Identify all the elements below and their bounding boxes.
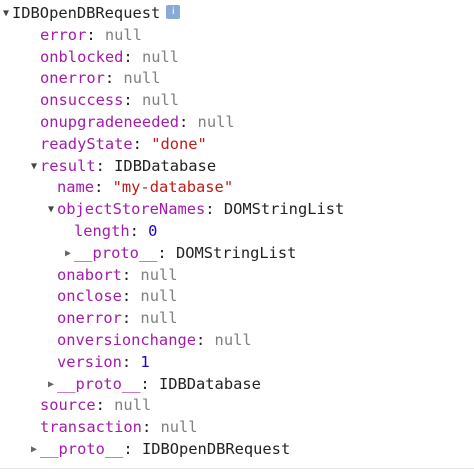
property-key: onabort [57, 265, 122, 284]
property-row: onsuccess: null [40, 91, 180, 110]
tree-node-objectstorenames[interactable]: ▼ objectStoreNames: DOMStringList [0, 199, 474, 221]
property-value: null [141, 91, 180, 110]
root-label: IDBOpenDBRequest [12, 4, 161, 22]
property-row: readyState: "done" [40, 134, 207, 153]
property-value: "my-database" [112, 178, 234, 197]
property-key: onversionchange [57, 330, 196, 349]
property-key: readyState [40, 134, 133, 153]
console-object-tree: ▼ IDBOpenDBRequest i error: null onblocked… [0, 3, 474, 461]
property-key: result [40, 156, 96, 175]
property-row: onclose: null [57, 287, 178, 306]
property-value: null [197, 112, 235, 131]
property-key: error [40, 25, 87, 44]
property-value: null [140, 287, 178, 306]
property-row: onversionchange: null [57, 330, 252, 349]
tree-node-result[interactable]: ▼ result: IDBDatabase [0, 156, 474, 178]
tree-root[interactable]: ▼ IDBOpenDBRequest i [0, 3, 474, 25]
property-row: error: null [40, 25, 142, 44]
property-key: name [57, 178, 95, 197]
property-value: 1 [140, 352, 150, 371]
property-value: null [140, 265, 178, 284]
collapse-arrow-icon[interactable]: ▶ [62, 243, 74, 265]
collapse-arrow-icon[interactable]: ▶ [28, 439, 40, 461]
tree-node-proto[interactable]: ▶ __proto__: DOMStringList [0, 243, 474, 265]
property-key: onclose [57, 287, 122, 306]
property-value: null [160, 418, 198, 437]
property-key: onerror [57, 309, 122, 328]
property-row: onerror: null [40, 69, 161, 88]
property-key: __proto__ [74, 243, 158, 262]
property-value: null [123, 69, 161, 88]
property-value: null [104, 25, 142, 44]
property-value: null [141, 47, 180, 66]
property-value: "done" [151, 134, 207, 153]
property-key: __proto__ [57, 374, 141, 393]
property-key: onblocked [40, 47, 124, 66]
property-value: IDBDatabase [158, 374, 261, 393]
property-row: length: 0 [74, 221, 158, 240]
property-value: null [114, 396, 152, 415]
property-key: onupgradeneeded [40, 112, 179, 131]
tree-node-proto[interactable]: ▶ __proto__: IDBOpenDBRequest [0, 439, 474, 461]
expand-arrow-icon[interactable]: ▼ [45, 199, 57, 221]
property-key: length [74, 221, 130, 240]
expand-arrow-icon[interactable]: ▼ [28, 156, 40, 178]
property-key: objectStoreNames [57, 200, 206, 219]
property-key: transaction [40, 418, 142, 437]
expand-arrow-icon[interactable]: ▼ [0, 3, 12, 25]
property-value: DOMStringList [175, 243, 297, 262]
property-row: onabort: null [57, 265, 178, 284]
property-value: null [140, 309, 178, 328]
property-value: 0 [148, 221, 158, 240]
property-row: version: 1 [57, 352, 150, 371]
property-row: source: null [40, 396, 152, 415]
property-key: version [57, 352, 122, 371]
property-row: name: "my-database" [57, 178, 234, 197]
property-row: onerror: null [57, 309, 178, 328]
property-row: onblocked: null [40, 47, 180, 66]
property-key: source [40, 396, 96, 415]
property-key: onsuccess [40, 91, 124, 110]
collapse-arrow-icon[interactable]: ▶ [45, 374, 57, 396]
tree-node-proto[interactable]: ▶ __proto__: IDBDatabase [0, 374, 474, 396]
info-icon[interactable]: i [166, 4, 181, 19]
property-value: DOMStringList [223, 200, 345, 219]
property-key: onerror [40, 69, 105, 88]
property-row: transaction: null [40, 418, 198, 437]
divider [0, 468, 474, 469]
property-value: IDBDatabase [114, 156, 217, 175]
property-value: null [214, 330, 252, 349]
property-key: __proto__ [40, 439, 124, 458]
property-value: IDBOpenDBRequest [141, 439, 291, 458]
property-row: onupgradeneeded: null [40, 112, 235, 131]
